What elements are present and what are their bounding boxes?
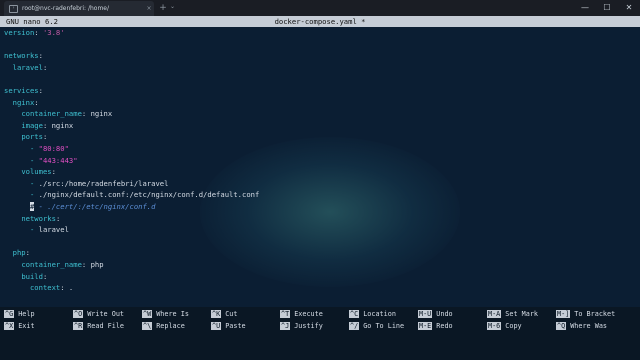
shortcut-to-bracket[interactable]: M-] To Bracket xyxy=(556,309,615,320)
shortcut-undo[interactable]: M-U Undo xyxy=(418,309,453,320)
background-glow xyxy=(200,137,460,287)
editor-line: - "80:80" xyxy=(29,144,69,153)
editor-line: networks: xyxy=(4,51,43,61)
shortcut-replace[interactable]: ^\ Replace xyxy=(142,321,185,332)
editor-line-commented: # - ./cert/:/etc/nginx/conf.d xyxy=(29,202,156,211)
shortcut-location[interactable]: ^C Location xyxy=(349,309,396,320)
shortcut-set-mark[interactable]: M-A Set Mark xyxy=(487,309,538,320)
shortcut-exit[interactable]: ^X Exit xyxy=(4,321,35,332)
shortcut-execute[interactable]: ^T Execute xyxy=(280,309,323,320)
terminal-icon: › xyxy=(9,4,18,13)
tab-title: root@nvc-radenfebri: /home/ xyxy=(22,5,110,12)
nano-header-bar: GNU nano 6.2 docker-compose.yaml * xyxy=(0,16,640,27)
editor-line: context: . xyxy=(29,283,74,293)
terminal-tab[interactable]: › root@nvc-radenfebri: /home/ × xyxy=(4,1,154,16)
file-name: docker-compose.yaml * xyxy=(274,17,366,26)
editor-line: services: xyxy=(4,86,43,95)
editor-line: - ./src:/home/radenfebri/laravel xyxy=(29,178,169,188)
minimize-button[interactable]: — xyxy=(574,0,596,16)
window-titlebar: › root@nvc-radenfebri: /home/ × + ⌄ — ☐ … xyxy=(0,0,640,17)
shortcut-help[interactable]: ^G Help xyxy=(4,309,35,320)
shortcut-go-to-line[interactable]: ^/Go To Line xyxy=(349,321,404,332)
shortcut-read-file[interactable]: ^R Read File xyxy=(73,321,124,332)
editor-line: container_name: nginx xyxy=(21,109,113,119)
maximize-button[interactable]: ☐ xyxy=(596,0,618,16)
editor-line: version: '3.8' xyxy=(4,28,65,37)
editor-area[interactable]: version: '3.8' networks: laravel: servic… xyxy=(0,27,640,307)
editor-line: networks: xyxy=(21,213,61,223)
shortcut-bar: ^G Help ^O Write Out ^W Where Is ^K Cut ^T Ex… xyxy=(0,307,640,360)
tab-close-icon[interactable]: × xyxy=(144,5,154,12)
editor-line: volumes: xyxy=(21,167,56,177)
shortcut-redo[interactable]: M-E Redo xyxy=(418,321,453,332)
new-tab-button[interactable]: + xyxy=(158,2,168,14)
editor-line: - laravel xyxy=(29,225,69,235)
shortcut-justify[interactable]: ^J Justify xyxy=(280,321,323,332)
tab-dropdown-icon[interactable]: ⌄ xyxy=(170,3,175,10)
editor-line: nginx: xyxy=(12,97,39,107)
editor-line: php: xyxy=(12,248,30,258)
close-window-button[interactable]: ✕ xyxy=(618,0,640,16)
shortcut-paste[interactable]: ^U Paste xyxy=(211,321,246,332)
editor-line: - "443:443" xyxy=(29,155,78,165)
shortcut-where-is[interactable]: ^W Where Is xyxy=(142,309,189,320)
editor-line: container_name: php xyxy=(21,260,104,269)
editor-line: laravel: xyxy=(12,62,48,72)
editor-line: ports: xyxy=(21,132,48,142)
editor-line: image: nginx xyxy=(21,120,74,130)
editor-line: build: xyxy=(21,271,48,281)
shortcut-write-out[interactable]: ^O Write Out xyxy=(73,309,124,320)
shortcut-cut[interactable]: ^K Cut xyxy=(211,309,237,320)
editor-line: - ./nginx/default.conf:/etc/nginx/conf.d… xyxy=(29,190,260,200)
shortcut-copy[interactable]: M-6 Copy xyxy=(487,321,522,332)
shortcut-where-was[interactable]: ^Q Where Was xyxy=(556,321,607,332)
window-controls: — ☐ ✕ xyxy=(574,0,640,16)
